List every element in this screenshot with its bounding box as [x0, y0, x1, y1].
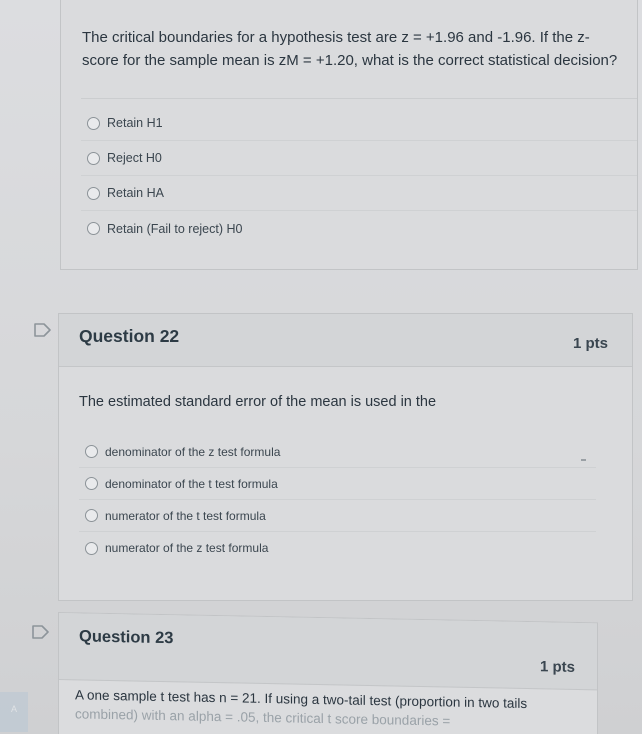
question-title: Question 22 — [79, 326, 180, 346]
radio-button[interactable] — [87, 151, 100, 165]
answer-label: numerator of the z test formula — [105, 541, 269, 555]
radio-button[interactable] — [85, 445, 98, 458]
answer-option[interactable]: numerator of the z test formula — [79, 532, 596, 564]
answer-label: Retain (Fail to reject) H0 — [107, 221, 243, 236]
divider — [81, 98, 637, 99]
question-header: Question 22 1 pts — [59, 314, 632, 367]
question-title: Question 23 — [79, 627, 174, 648]
answer-label: numerator of the t test formula — [105, 508, 266, 523]
radio-button[interactable] — [87, 222, 100, 235]
answer-option[interactable]: Reject H0 — [81, 141, 637, 176]
question-21-card: The critical boundaries for a hypothesis… — [60, 0, 638, 270]
answer-label: Reject H0 — [107, 151, 162, 165]
radio-button[interactable] — [85, 477, 98, 490]
question-22-answers: denominator of the z test formula denomi… — [79, 436, 596, 564]
question-22-card: Question 22 1 pts The estimated standard… — [58, 313, 633, 601]
answer-option[interactable]: Retain (Fail to reject) H0 — [81, 211, 637, 246]
question-points: 1 pts — [572, 335, 608, 352]
question-23-card: Question 23 1 pts A one sample t test ha… — [58, 612, 598, 734]
flag-question-icon[interactable] — [34, 323, 52, 337]
radio-button[interactable] — [85, 541, 98, 555]
radio-button[interactable] — [87, 116, 100, 130]
answer-option[interactable]: denominator of the t test formula — [79, 468, 596, 500]
side-badge: A — [0, 692, 28, 732]
question-21-text: The critical boundaries for a hypothesis… — [82, 26, 642, 72]
answer-option[interactable]: denominator of the z test formula — [79, 436, 596, 468]
quiz-page: The critical boundaries for a hypothesis… — [0, 0, 642, 734]
question-21-text-line2: score for the sample mean is zM = +1.20,… — [82, 52, 618, 69]
answer-label: denominator of the z test formula — [105, 444, 281, 459]
question-header: Question 23 1 pts — [59, 613, 597, 691]
question-21-text-line1: The critical boundaries for a hypothesis… — [82, 29, 590, 46]
flag-question-icon[interactable] — [32, 625, 50, 639]
answer-option[interactable]: numerator of the t test formula — [79, 500, 596, 532]
answer-label: denominator of the t test formula — [105, 476, 278, 491]
answer-option[interactable]: Retain H1 — [81, 106, 637, 141]
radio-button[interactable] — [87, 186, 100, 200]
answer-option[interactable]: Retain HA — [81, 176, 637, 211]
question-22-text: The estimated standard error of the mean… — [79, 394, 437, 410]
answer-label: Retain HA — [107, 186, 164, 200]
question-21-answers: Retain H1 Reject H0 Retain HA Retain (Fa… — [81, 106, 637, 246]
question-23-text: A one sample t test has n = 21. If using… — [75, 685, 595, 733]
answer-label: Retain H1 — [107, 116, 163, 130]
question-points: 1 pts — [539, 658, 575, 676]
radio-button[interactable] — [85, 509, 98, 522]
